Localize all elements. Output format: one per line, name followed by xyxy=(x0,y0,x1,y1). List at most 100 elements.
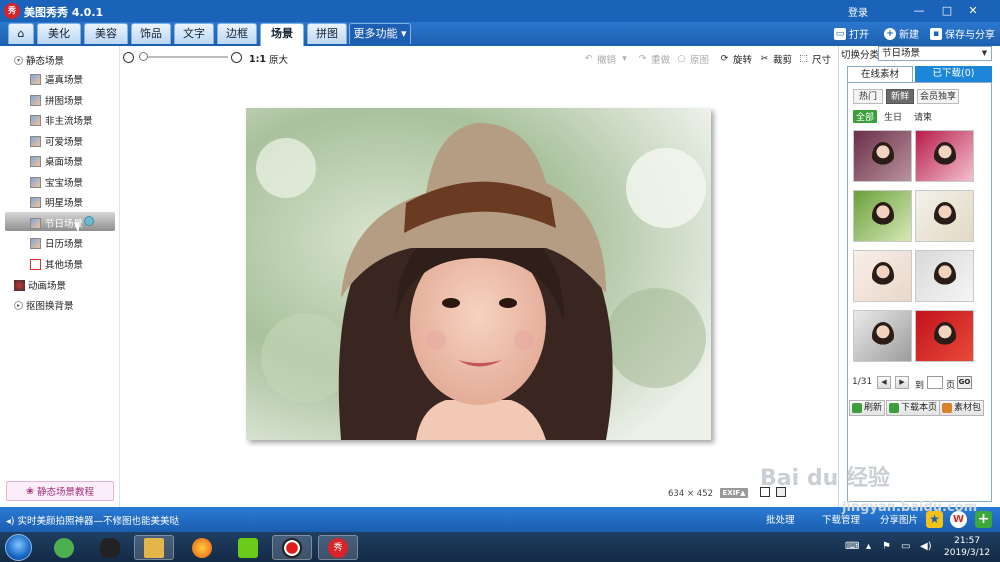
download-page-button[interactable]: 下载本页 xyxy=(886,400,941,416)
segment-hot[interactable]: 热门 xyxy=(853,89,883,104)
material-thumbnail[interactable] xyxy=(915,190,974,242)
tab-downloaded[interactable]: 已下载(0) xyxy=(915,66,992,82)
maximize-button[interactable]: □ xyxy=(938,3,956,19)
undo-button[interactable]: ↶ 撤销 ▾ xyxy=(583,52,630,67)
tree-static-scenes[interactable]: ▾ 静态场景 xyxy=(14,53,64,67)
filter-all[interactable]: 全部 xyxy=(853,110,878,123)
tab-home[interactable]: ⌂ xyxy=(8,23,34,44)
segment-member[interactable]: 会员独享 xyxy=(917,89,959,104)
tree-item-calendar[interactable]: 日历场景 xyxy=(30,236,83,250)
tab-border[interactable]: 边框 xyxy=(217,23,257,44)
exif-button[interactable]: EXIF▲ xyxy=(720,488,748,498)
material-thumbnail[interactable] xyxy=(853,130,912,182)
tree-item-baby[interactable]: 宝宝场景 xyxy=(30,175,83,189)
open-button[interactable]: ▭ 打开 xyxy=(834,26,869,41)
tray-arrow-icon[interactable]: ▴ xyxy=(866,541,871,552)
tab-beautify[interactable]: 美化 xyxy=(37,23,81,44)
refresh-button[interactable]: 刷新 xyxy=(849,400,886,416)
tree-animated-scenes[interactable]: 动画场景 xyxy=(14,278,66,292)
tree-item-realistic[interactable]: 逼真场景 xyxy=(30,72,83,86)
tab-collage[interactable]: 拼图 xyxy=(307,23,347,44)
next-page-button[interactable]: ▶ xyxy=(895,376,909,389)
login-button[interactable]: 登录 xyxy=(848,4,868,19)
zoom-slider-handle[interactable] xyxy=(139,52,148,61)
taskbar-app-explorer[interactable] xyxy=(134,535,174,560)
undo-icon: ↶ xyxy=(584,53,593,64)
redo-button[interactable]: ↷ 重做 xyxy=(637,52,670,67)
category-select[interactable]: 节日场景 ▼ xyxy=(878,46,992,61)
tab-skin[interactable]: 美容 xyxy=(84,23,128,44)
meitu-icon: 秀 xyxy=(328,537,348,558)
prev-page-button[interactable]: ◀ xyxy=(877,376,891,389)
portrait-photo xyxy=(246,108,711,440)
tree-item-nonmainstream[interactable]: 非主流场景 xyxy=(30,113,93,127)
material-thumbnail[interactable] xyxy=(853,190,912,242)
tab-accessories[interactable]: 饰品 xyxy=(131,23,171,44)
zoom-in-icon[interactable] xyxy=(231,52,242,63)
chevron-down-icon[interactable]: ▾ xyxy=(619,54,630,65)
tree-item-star[interactable]: 明星场景 xyxy=(30,195,83,209)
rotate-button[interactable]: ⟳ 旋转 xyxy=(719,52,752,67)
system-clock[interactable]: 21:57 2019/3/12 xyxy=(944,535,990,559)
taskbar-app-qq[interactable] xyxy=(90,535,130,560)
tree-cutout-background[interactable]: ▸ 抠图换背景 xyxy=(14,298,74,312)
keyboard-icon[interactable]: ⌨ xyxy=(845,541,859,552)
original-image-button[interactable]: ○ 原图 xyxy=(676,52,709,67)
tab-scene[interactable]: 场景 xyxy=(260,23,304,46)
material-thumbnail[interactable] xyxy=(915,310,974,362)
volume-icon[interactable]: ◀) xyxy=(920,541,932,552)
taskbar-app-360[interactable] xyxy=(44,535,84,560)
baidu-watermark: Bai du 经验 xyxy=(760,466,890,491)
tree-item-cute[interactable]: 可爱场景 xyxy=(30,134,83,148)
scene-thumb-icon xyxy=(30,114,41,126)
tab-more-functions[interactable]: 更多功能 ▾ xyxy=(349,23,411,44)
material-pack-button[interactable]: 素材包 xyxy=(939,400,985,416)
refresh-icon xyxy=(852,403,862,413)
material-thumbnail[interactable] xyxy=(853,250,912,302)
material-thumbnail[interactable] xyxy=(853,310,912,362)
start-button[interactable] xyxy=(5,534,32,561)
segment-fresh[interactable]: 新鲜 xyxy=(886,89,914,104)
scene-thumb-icon xyxy=(30,155,41,167)
add-icon[interactable]: + xyxy=(975,511,992,528)
status-message[interactable]: ◂) 实时美颜拍照神器—不修图也能美美哒 xyxy=(6,513,179,527)
go-button[interactable]: GO xyxy=(957,376,972,389)
page-number-input[interactable] xyxy=(927,376,943,389)
edited-photo[interactable] xyxy=(246,108,711,440)
batch-button[interactable]: 批处理 xyxy=(766,512,795,526)
plus-icon: + xyxy=(884,27,896,40)
tab-text[interactable]: 文字 xyxy=(174,23,214,44)
minimize-button[interactable]: — xyxy=(910,3,928,19)
filter-birthday[interactable]: 生日 xyxy=(884,110,902,123)
flag-icon[interactable]: ⚑ xyxy=(882,541,891,552)
filter-invitation[interactable]: 请柬 xyxy=(914,110,932,123)
loading-spinner-icon xyxy=(84,216,94,226)
network-icon[interactable]: ▭ xyxy=(901,541,910,552)
goto-label: 到 xyxy=(915,381,925,391)
firefox-icon xyxy=(192,537,212,558)
save-icon: ▪ xyxy=(930,27,942,40)
taskbar-app-iqiyi[interactable] xyxy=(228,535,268,560)
material-thumbnail[interactable] xyxy=(915,130,974,182)
tab-online-materials[interactable]: 在线素材 xyxy=(847,66,913,82)
zoom-slider-track[interactable] xyxy=(140,56,228,58)
close-button[interactable]: ✕ xyxy=(964,3,982,19)
tree-item-desktop[interactable]: 桌面场景 xyxy=(30,154,83,168)
speaker-icon: ◂) xyxy=(6,516,15,527)
zoom-out-icon[interactable] xyxy=(123,52,134,63)
download-icon xyxy=(889,403,899,413)
resize-button[interactable]: ⬚ 尺寸 xyxy=(798,52,831,67)
new-button[interactable]: + 新建 xyxy=(884,26,919,41)
static-scene-tutorial-button[interactable]: ❀ 静态场景教程 xyxy=(6,481,114,501)
scene-thumb-icon xyxy=(30,94,41,106)
save-share-button[interactable]: ▪ 保存与分享 xyxy=(930,26,995,41)
tree-item-other[interactable]: 其他场景 xyxy=(30,257,83,271)
taskbar-app-recorder[interactable] xyxy=(272,535,312,560)
tree-item-collage[interactable]: 拼图场景 xyxy=(30,93,83,107)
taskbar-app-meitu[interactable]: 秀 xyxy=(318,535,358,560)
actual-size-button[interactable]: 1:1 原大 xyxy=(249,52,288,67)
material-thumbnail[interactable] xyxy=(915,250,974,302)
folder-icon: ▭ xyxy=(834,27,846,40)
taskbar-app-firefox[interactable] xyxy=(182,535,222,560)
crop-button[interactable]: ✂ 裁剪 xyxy=(759,52,792,67)
